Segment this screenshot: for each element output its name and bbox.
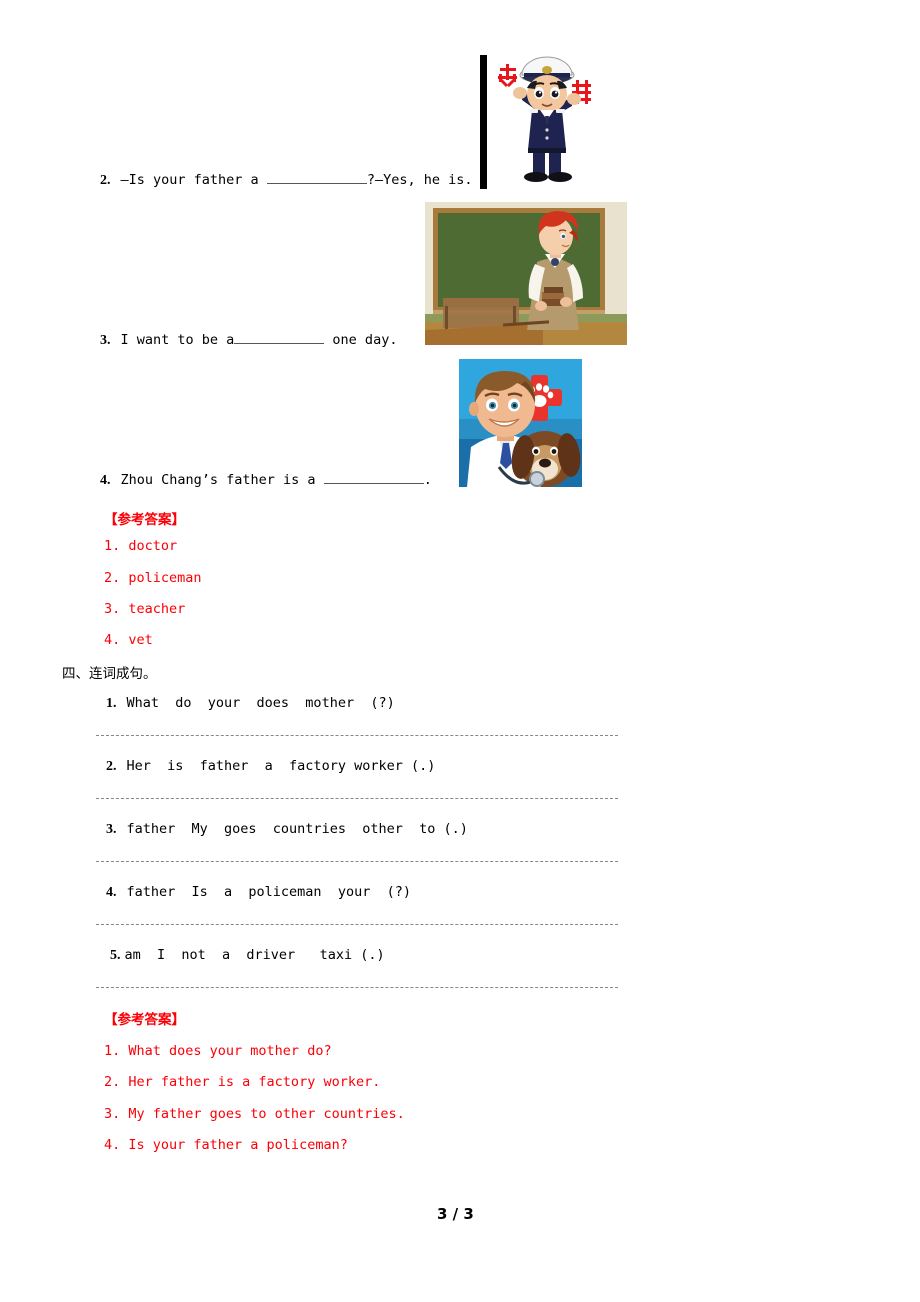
section-four-heading: 四、连词成句。 (62, 666, 157, 682)
answer-rule-5[interactable] (96, 987, 618, 988)
policeman-illustration (492, 50, 602, 190)
exercise-item-2-text-before: –Is your father a (120, 172, 267, 188)
sentence-item-5: 5. am I not a driver taxi (.) (110, 947, 385, 964)
answer-section-four-2: 2. Her father is a factory worker. (104, 1074, 381, 1090)
exercise-item-3-number: 3. (100, 333, 111, 348)
exercise-item-3-text-after: one day. (324, 332, 398, 348)
teacher-illustration (425, 202, 627, 345)
exercise-item-3-text-before: I want to be a (120, 332, 235, 348)
answer-section-three-2: 2. policeman (104, 570, 202, 586)
answer-section-four-3: 3. My father goes to other countries. (104, 1106, 405, 1122)
sentence-item-2-text: Her is father a factory worker (.) (126, 758, 436, 774)
vet-illustration (459, 359, 582, 487)
answer-section-four-4: 4. Is your father a policeman? (104, 1137, 348, 1153)
answer-section-three-4: 4. vet (104, 632, 153, 648)
page-number-footer: 3 / 3 (437, 1205, 474, 1223)
answer-section-three-1: 1. doctor (104, 538, 178, 554)
sentence-item-4: 4. father Is a policeman your (?) (106, 884, 411, 901)
sentence-item-4-number: 4. (106, 885, 117, 900)
exercise-item-4-blank[interactable] (323, 470, 424, 484)
exercise-item-3-blank[interactable] (234, 330, 325, 344)
sentence-item-2: 2. Her is father a factory worker (.) (106, 758, 435, 775)
exercise-item-2-number: 2. (100, 173, 111, 188)
exercise-item-4-number: 4. (100, 473, 111, 488)
answer-rule-3[interactable] (96, 861, 618, 862)
exercise-item-4: 4. Zhou Chang’s father is a . (100, 470, 432, 489)
sentence-item-2-number: 2. (106, 759, 117, 774)
answer-section-three-3: 3. teacher (104, 601, 186, 617)
exercise-item-2-blank[interactable] (266, 170, 367, 184)
sentence-item-1-number: 1. (106, 696, 117, 711)
answer-header-section-four: 【参考答案】 (104, 1012, 185, 1028)
sentence-item-4-text: father Is a policeman your (?) (126, 884, 411, 900)
answer-rule-4[interactable] (96, 924, 618, 925)
answer-section-four-1: 1. What does your mother do? (104, 1043, 332, 1059)
sentence-item-3: 3. father My goes countries other to (.) (106, 821, 468, 838)
sentence-item-1-text: What do your does mother (?) (126, 695, 395, 711)
sentence-item-5-text: am I not a driver taxi (.) (124, 947, 385, 963)
sentence-item-3-text: father My goes countries other to (.) (126, 821, 468, 837)
exercise-item-4-text-before: Zhou Chang’s father is a (120, 472, 324, 488)
sentence-item-5-number: 5. (110, 948, 121, 963)
answer-rule-1[interactable] (96, 735, 618, 736)
exercise-item-2: 2. –Is your father a ?–Yes, he is. (100, 170, 472, 189)
exercise-item-4-text-after: . (423, 472, 432, 488)
sentence-item-3-number: 3. (106, 822, 117, 837)
document-page: 2. –Is your father a ?–Yes, he is. 3. I … (0, 0, 920, 1302)
vertical-black-bar (480, 55, 487, 189)
answer-rule-2[interactable] (96, 798, 618, 799)
exercise-item-3: 3. I want to be a one day. (100, 330, 397, 349)
sentence-item-1: 1. What do your does mother (?) (106, 695, 395, 712)
answer-header-section-three: 【参考答案】 (104, 512, 185, 528)
exercise-item-2-text-after: ?–Yes, he is. (366, 172, 473, 188)
